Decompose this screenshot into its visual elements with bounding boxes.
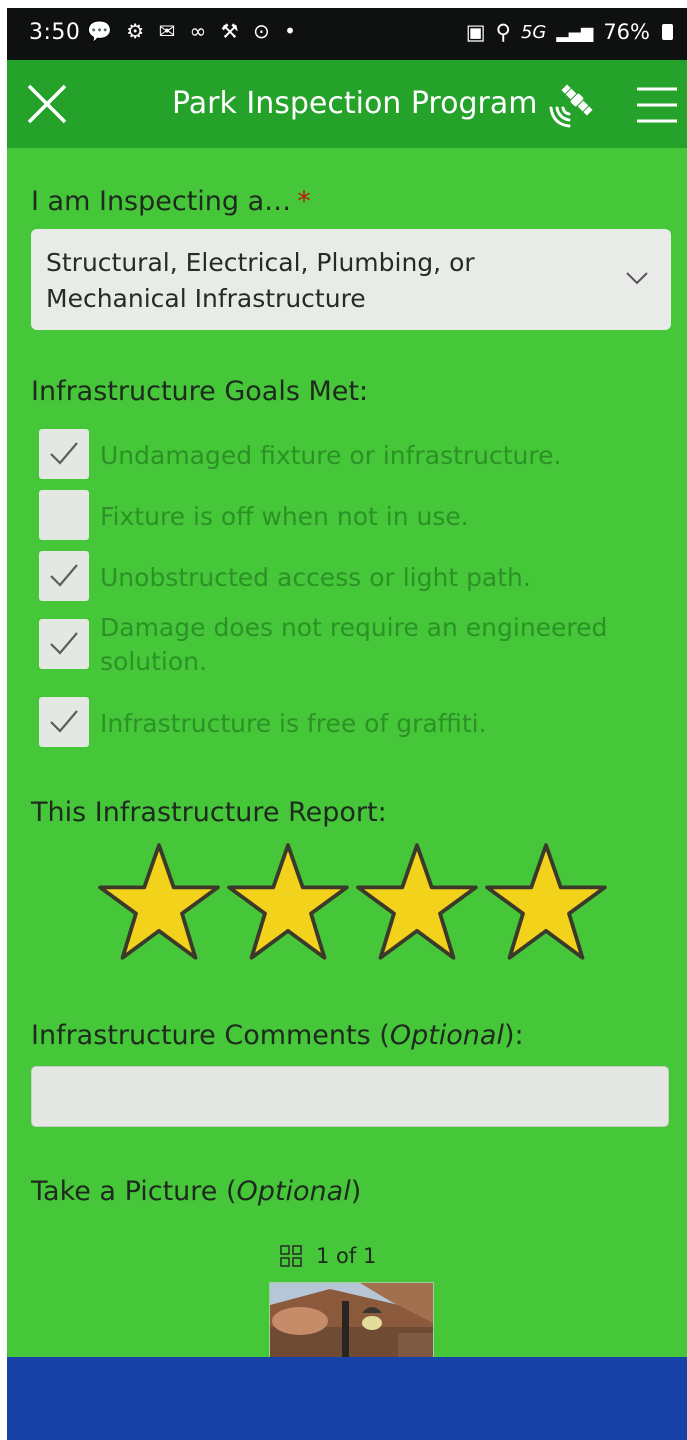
comments-label-main: Infrastructure Comments (	[31, 1020, 390, 1051]
chevron-down-icon	[626, 272, 648, 285]
bottom-nav-bar	[7, 1357, 687, 1440]
goals-label: Infrastructure Goals Met:	[31, 376, 369, 407]
app-title: Park Inspection Program	[172, 86, 538, 121]
goal-checkbox-label: Undamaged fixture or infrastructure.	[100, 441, 562, 470]
inspecting-label: I am Inspecting a… *	[31, 186, 311, 217]
app-screen: 3:50 💬 ⚙ ✉ ∞ ⚒ ⊙ • ▣ ⚲ 5G ▂▄▆ 76% Park I…	[7, 8, 687, 1440]
goal-checkbox-label: Infrastructure is free of graffiti.	[100, 709, 487, 738]
comments-label-optional: Optional	[389, 1020, 504, 1051]
gallery-grid-icon	[280, 1245, 302, 1267]
checkmark-icon	[50, 442, 78, 465]
photo-image	[270, 1283, 433, 1361]
network-label: 5G	[520, 21, 547, 43]
pager-count: 1 of 1	[316, 1244, 377, 1268]
checkmark-icon	[50, 632, 78, 655]
goal-checkbox[interactable]	[39, 619, 89, 669]
required-marker: *	[297, 186, 311, 217]
photo-pager[interactable]: 1 of 1	[280, 1244, 376, 1268]
checkmark-icon	[50, 710, 78, 733]
inspecting-select-value: Structural, Electrical, Plumbing, or Mec…	[46, 248, 475, 313]
status-bar: 3:50 💬 ⚙ ✉ ∞ ⚒ ⊙ • ▣ ⚲ 5G ▂▄▆ 76%	[7, 8, 687, 60]
nfc-icon: ▣	[465, 20, 486, 44]
goal-checkbox[interactable]	[39, 429, 89, 479]
inspecting-select[interactable]: Structural, Electrical, Plumbing, or Mec…	[31, 229, 671, 330]
rating-star-icon[interactable]	[353, 840, 481, 968]
satellite-gps-icon[interactable]	[543, 80, 597, 134]
photo-thumbnail[interactable]	[269, 1282, 434, 1362]
goal-checkbox[interactable]	[39, 697, 89, 747]
menu-button[interactable]	[635, 84, 679, 126]
goal-checkbox[interactable]	[39, 551, 89, 601]
picture-label-main: Take a Picture (	[31, 1176, 237, 1207]
picture-label: Take a Picture (Optional)	[31, 1176, 361, 1207]
picture-label-end: )	[350, 1176, 362, 1207]
goal-checkbox-label: Damage does not require an engineered so…	[100, 613, 608, 676]
close-icon	[27, 84, 67, 124]
comments-label: Infrastructure Comments (Optional):	[31, 1020, 524, 1051]
app-bar: Park Inspection Program	[7, 60, 687, 148]
location-icon: ⚲	[495, 20, 511, 44]
notification-icons: 💬 ⚙ ✉ ∞ ⚒ ⊙ •	[87, 19, 300, 43]
comments-input[interactable]	[31, 1066, 669, 1127]
close-button[interactable]	[25, 82, 69, 126]
star-rating	[95, 840, 615, 972]
goal-checkbox-label: Fixture is off when not in use.	[100, 502, 469, 531]
status-right: ▣ ⚲ 5G ▂▄▆ 76%	[466, 20, 673, 44]
picture-label-optional: Optional	[236, 1176, 351, 1207]
status-time: 3:50	[29, 20, 81, 45]
checkmark-icon	[50, 564, 78, 587]
rating-star-icon[interactable]	[95, 840, 223, 968]
comments-label-end: ):	[503, 1020, 524, 1051]
rating-star-icon[interactable]	[224, 840, 352, 968]
inspecting-label-text: I am Inspecting a…	[31, 186, 292, 217]
menu-icon	[637, 87, 677, 123]
goal-checkbox-label: Unobstructed access or light path.	[100, 563, 531, 592]
battery-text: 76%	[603, 20, 650, 44]
rating-star-icon[interactable]	[482, 840, 610, 968]
rating-label: This Infrastructure Report:	[31, 797, 387, 828]
battery-icon	[662, 24, 673, 40]
goal-checkbox[interactable]	[39, 490, 89, 540]
signal-icon: ▂▄▆	[556, 22, 594, 42]
